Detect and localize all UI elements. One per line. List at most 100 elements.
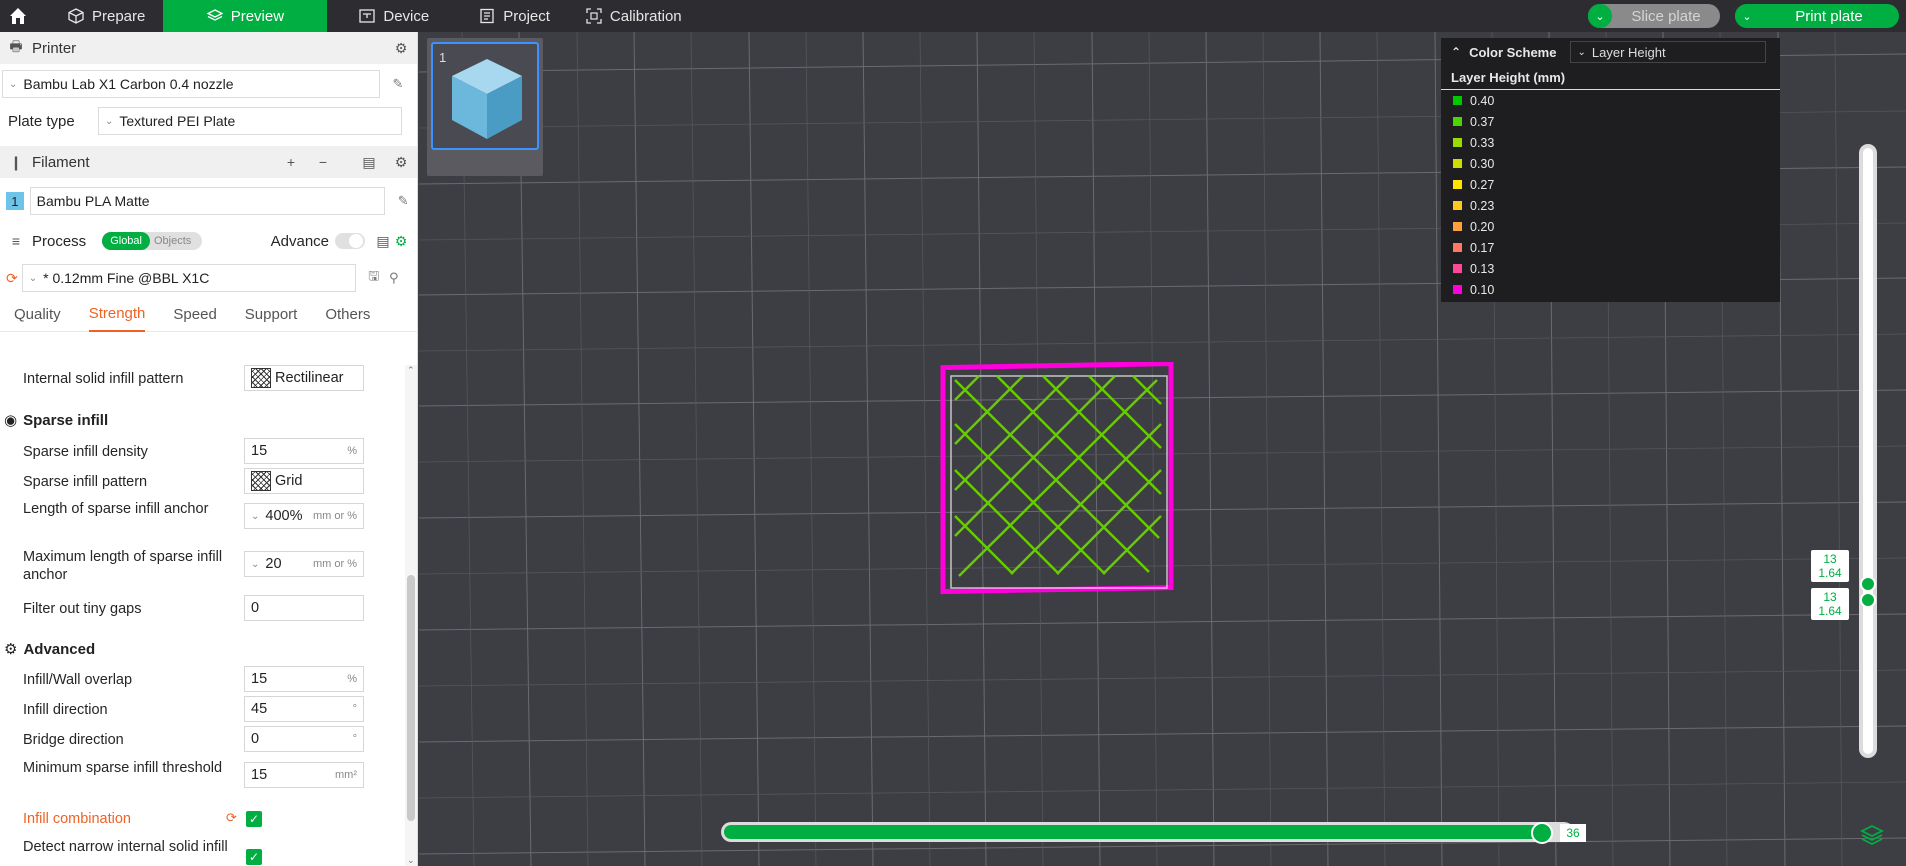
setting-value: 0 [251,600,260,616]
minus-icon[interactable]: − [315,154,331,170]
legend-value: 0.10 [1470,282,1495,297]
gear-icon[interactable]: ⚙ [393,40,409,56]
bridge-direction-input[interactable]: 0 ° [244,726,364,752]
plus-icon[interactable]: + [283,154,299,170]
setting-value: 0 [251,731,260,747]
tab-label: Prepare [92,7,146,25]
scrollbar-thumb[interactable] [407,575,415,821]
color-scheme-select[interactable]: ⌄ Layer Height [1570,41,1767,63]
setting-label: Internal solid infill pattern [23,371,184,387]
tab-speed[interactable]: Speed [173,298,216,332]
gear-icon[interactable]: ⚙ [393,233,409,249]
toggle-global[interactable]: Global [102,232,150,250]
layer-slider-upper-thumb[interactable] [1860,576,1876,592]
global-objects-toggle[interactable]: Global Objects [102,232,203,250]
filament-select[interactable]: Bambu PLA Matte [29,187,386,215]
printer-name: Bambu Lab X1 Carbon 0.4 nozzle [23,76,234,92]
tab-calibration[interactable]: Calibration [568,0,700,32]
filament-section-header: ❙ Filament + − ▤ ⚙ [0,146,417,178]
sparse-infill-pattern-select[interactable]: Grid [244,468,364,494]
sync-icon[interactable]: ▤ [361,154,377,170]
layers-toggle-icon[interactable] [1860,822,1884,846]
move-slider[interactable] [721,822,1574,842]
cube-model-icon [452,59,522,139]
legend-swatch [1453,117,1462,126]
sparse-infill-icon: ◉ [4,412,18,429]
infill-wall-overlap-input[interactable]: 15 % [244,666,364,692]
sliced-model-layer [940,362,1174,595]
save-icon[interactable]: 🖫 [366,268,382,286]
reset-icon[interactable]: ⟳ [226,810,237,826]
filament-section-title: Filament [32,153,90,171]
setting-label: Length of sparse infill anchor [23,501,209,517]
device-icon [359,9,376,23]
legend-item: 0.40 [1441,90,1780,111]
plate-thumbnail[interactable]: 1 [427,38,543,176]
grid-pattern-icon [251,471,271,491]
settings-scrollbar[interactable]: ⌃ ⌄ [405,365,417,866]
infill-direction-input[interactable]: 45 ° [244,696,364,722]
plate-type-select[interactable]: ⌄ Textured PEI Plate [98,107,402,135]
tab-strength[interactable]: Strength [88,298,146,332]
printer-select[interactable]: ⌄ Bambu Lab X1 Carbon 0.4 nozzle [2,70,380,98]
legend-value: 0.17 [1470,240,1495,255]
filter-tiny-gaps-input[interactable]: 0 [244,595,364,621]
group-sparse-infill: ◉ Sparse infill [4,411,108,430]
setting-label: Minimum sparse infill threshold [23,760,223,776]
collapse-icon[interactable]: ⌃ [1451,45,1461,59]
plate-thumbnail-frame[interactable]: 1 [431,42,539,150]
legend-item: 0.23 [1441,195,1780,216]
advanced-icon: ⚙ [4,641,18,658]
process-preset-select[interactable]: ⌄ * 0.12mm Fine @BBL X1C [21,264,356,292]
advance-toggle[interactable] [335,233,365,249]
chevron-up-icon[interactable]: ⌃ [407,365,415,376]
tab-prepare[interactable]: Prepare [50,0,163,32]
internal-solid-infill-pattern-select[interactable]: Rectilinear [244,365,364,391]
top-toolbar: Prepare Preview Device Project Calibrati… [0,0,1906,32]
sparse-infill-anchor-max-combo[interactable]: ⌄ 20 mm or % [244,551,364,577]
process-tabs: Quality Strength Speed Support Others [0,298,417,332]
chevron-down-icon[interactable]: ⌄ [407,855,415,866]
reset-icon[interactable]: ⟳ [6,270,18,287]
legend-item: 0.33 [1441,132,1780,153]
setting-label: Infill direction [23,702,108,718]
tab-preview[interactable]: Preview [163,0,328,32]
edit-icon[interactable]: ✎ [390,76,406,92]
chevron-down-icon: ⌄ [28,272,38,284]
plate-type-label: Plate type [8,112,75,130]
color-scheme-value: Layer Height [1591,44,1666,60]
print-plate-button[interactable]: ⌄ Print plate [1735,4,1899,28]
plate-type-value: Textured PEI Plate [119,113,236,129]
layer-slider-lower-thumb[interactable] [1860,592,1876,608]
tab-project[interactable]: Project [461,0,568,32]
slice-plate-button[interactable]: ⌄ Slice plate [1588,4,1720,28]
min-sparse-infill-threshold-input[interactable]: 15 mm² [244,762,364,788]
edit-icon[interactable]: ✎ [395,193,411,209]
tab-support[interactable]: Support [245,298,298,332]
filament-slot-badge[interactable]: 1 [6,192,24,210]
search-icon[interactable]: ⚲ [386,270,402,286]
layer-range-slider[interactable] [1859,144,1877,758]
chevron-down-icon[interactable]: ⌄ [1588,4,1612,28]
layer-lower-label: 13 1.64 [1811,588,1849,620]
sparse-infill-density-input[interactable]: 15 % [244,438,364,464]
tab-device[interactable]: Device [341,0,447,32]
tab-others[interactable]: Others [325,298,370,332]
detect-narrow-internal-solid-checkbox[interactable]: ✓ [246,849,262,865]
sparse-infill-anchor-combo[interactable]: ⌄ 400% mm or % [244,503,364,529]
move-slider-thumb[interactable] [1531,822,1553,844]
setting-value: 15 [251,671,268,687]
legend-value: 0.37 [1470,114,1495,129]
home-icon[interactable] [0,0,36,32]
3d-preview-viewport[interactable]: 1 ⌃ Color Scheme ⌄ Layer Height Layer He… [419,32,1906,866]
infill-combination-checkbox[interactable]: ✓ [246,811,262,827]
chevron-down-icon[interactable]: ⌄ [1735,4,1759,28]
layer-number: 13 [1823,590,1837,604]
legend-swatch [1453,180,1462,189]
tab-quality[interactable]: Quality [14,298,61,332]
compare-icon[interactable]: ▤ [375,233,391,249]
legend-swatch [1453,138,1462,147]
tab-label: Device [383,7,430,25]
gear-icon[interactable]: ⚙ [393,154,409,170]
toggle-objects[interactable]: Objects [150,235,195,247]
